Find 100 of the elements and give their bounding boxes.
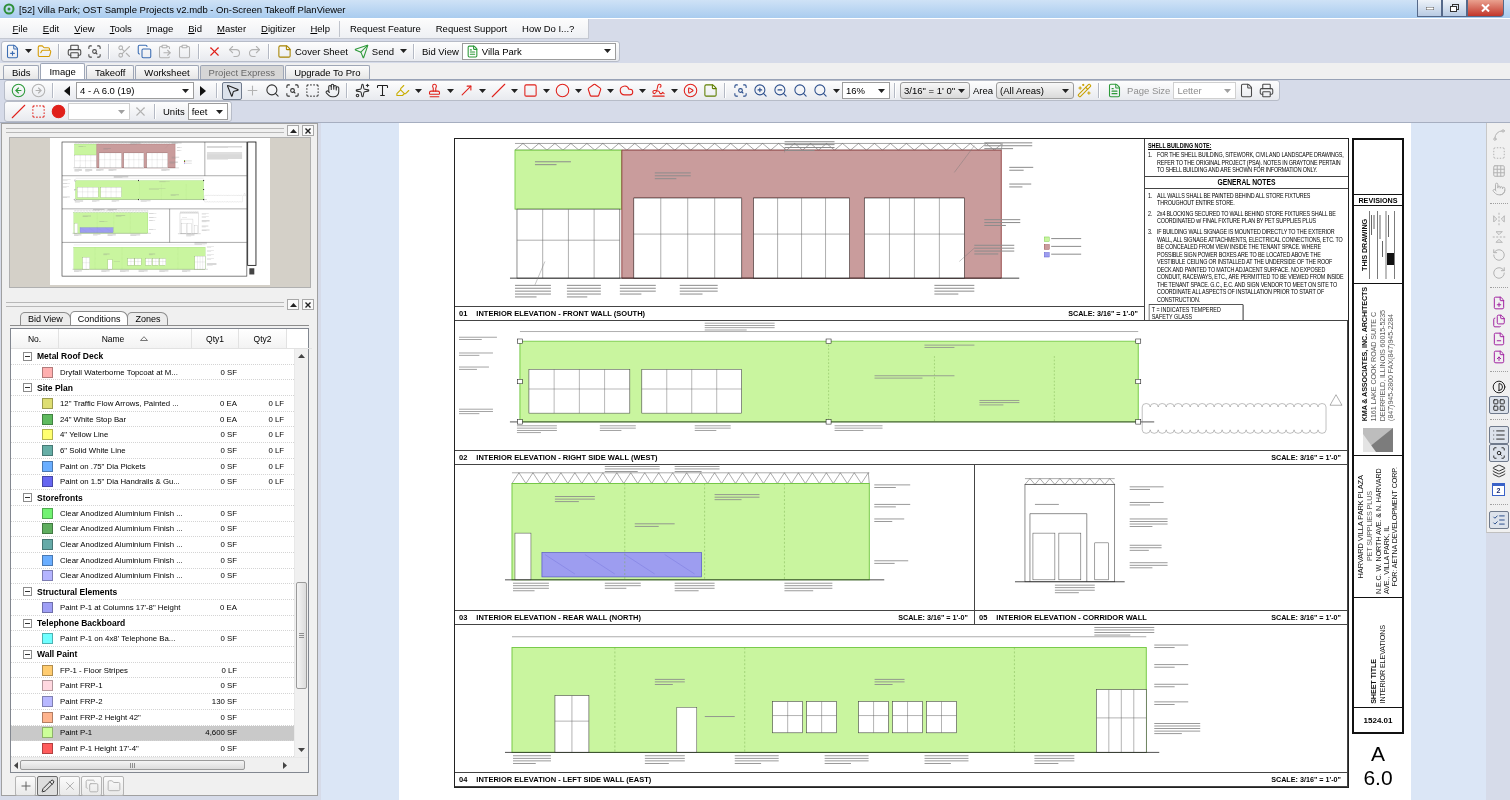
group-label: Telephone Backboard	[37, 618, 126, 629]
scrollbar-thumb[interactable]	[20, 760, 245, 770]
close-icon	[305, 301, 311, 308]
contrast-icon	[1491, 380, 1506, 394]
area-select[interactable]: (All Areas)	[996, 82, 1075, 99]
close-button[interactable]	[302, 125, 314, 136]
group-label: Metal Roof Deck	[37, 351, 104, 362]
logo-drawing	[1363, 428, 1393, 452]
magnifier-icon	[792, 83, 808, 98]
column-header[interactable]: Name	[59, 329, 192, 349]
caret-icon	[118, 109, 125, 114]
collapse-toggle-icon[interactable]	[23, 493, 32, 503]
scale-select[interactable]: 3/16" = 1' 0"	[900, 82, 970, 99]
column-header[interactable]: Qty1	[192, 329, 239, 349]
scrollbar-thumb[interactable]	[296, 582, 307, 689]
list-icon	[1491, 428, 1506, 442]
triangle-up-icon	[289, 128, 297, 133]
ring-icon	[3, 3, 15, 15]
zoom-out-icon	[772, 83, 788, 98]
select-button[interactable]	[222, 81, 242, 100]
folder-icon	[36, 43, 52, 59]
units-select[interactable]: feet	[187, 103, 228, 120]
list-button[interactable]	[1488, 426, 1509, 444]
caret-icon	[638, 88, 646, 93]
sticky-note-icon	[702, 83, 718, 98]
caret-icon	[446, 88, 454, 93]
edit-condition-button[interactable]	[37, 776, 58, 796]
zoom-select[interactable]: 16%	[842, 82, 890, 99]
menu-item[interactable]: Image	[139, 23, 181, 34]
panel-tab[interactable]: Bid View	[20, 312, 71, 325]
grip-lines-icon	[299, 633, 304, 638]
send-button[interactable]: Send	[350, 42, 397, 60]
tab[interactable]: Worksheet	[135, 65, 199, 79]
layout-grid-icon	[1491, 398, 1506, 412]
menu-item[interactable]: Tools	[102, 23, 140, 34]
collapse-toggle-icon[interactable]	[23, 351, 32, 361]
collapse-toggle-icon[interactable]	[23, 383, 32, 393]
collapse-button[interactable]	[287, 299, 299, 310]
page-up-icon	[1491, 350, 1506, 364]
tab[interactable]: Bids	[3, 65, 40, 79]
menu-item[interactable]: Edit	[35, 23, 67, 34]
tab[interactable]: Upgrade To Pro	[285, 65, 370, 79]
scroll-right-icon	[283, 761, 287, 769]
scan-magnifier-icon	[1491, 446, 1506, 460]
paste-icon	[156, 43, 172, 59]
cover-sheet-button[interactable]: Cover Sheet	[274, 42, 351, 60]
menu-link[interactable]: Request Support	[428, 23, 515, 34]
menu-item[interactable]: Master	[209, 23, 254, 34]
crosshair-icon	[244, 83, 260, 98]
sheet-thumbnail-drawing[interactable]	[50, 138, 270, 285]
revision-table-drawing	[1369, 210, 1396, 279]
redo-icon	[246, 43, 262, 59]
caret-icon	[878, 88, 885, 93]
close-button[interactable]	[302, 299, 314, 310]
printer-icon	[1258, 83, 1274, 98]
collapse-toggle-icon[interactable]	[23, 587, 32, 597]
column-header[interactable]: Qty2	[239, 329, 287, 349]
menu-link[interactable]: How Do I...?	[514, 23, 582, 34]
dot-icon	[50, 104, 66, 119]
page-select[interactable]: 4 - A 6.0 (19)	[76, 82, 194, 99]
menu-link[interactable]: Request Feature	[342, 23, 429, 34]
legend-button[interactable]	[1488, 511, 1509, 529]
clipboard-icon	[176, 43, 192, 59]
copy-icon	[84, 779, 99, 793]
vertical-scrollbar[interactable]	[294, 349, 308, 757]
menu-item[interactable]: Bid	[180, 23, 210, 34]
collapse-toggle-icon[interactable]	[23, 649, 32, 659]
menu-item[interactable]: Help	[302, 23, 338, 34]
menu-item[interactable]: Digitizer	[253, 23, 303, 34]
collapse-toggle-icon[interactable]	[23, 618, 32, 628]
collapse-button[interactable]	[287, 125, 299, 136]
panel-tab[interactable]: Conditions	[69, 311, 129, 325]
magnifier-icon	[264, 83, 280, 98]
scan-magnifier-icon	[86, 43, 102, 59]
menu-item[interactable]: File	[5, 23, 36, 34]
restore-button[interactable]	[1442, 0, 1467, 17]
page-plus-icon	[1491, 296, 1506, 310]
bid-view-select[interactable]: Villa Park	[461, 42, 616, 60]
tab[interactable]: Image	[40, 63, 85, 79]
column-header[interactable]: No.	[11, 329, 59, 349]
panel-tab[interactable]: Zones	[127, 312, 169, 325]
triangle-left-icon	[64, 85, 70, 96]
sparkle-icon	[354, 83, 370, 98]
layout-button[interactable]	[1488, 396, 1509, 414]
caret-icon	[399, 49, 407, 53]
panel-grip[interactable]	[6, 128, 284, 133]
scroll-up-icon	[298, 354, 305, 358]
cloud-icon	[618, 83, 634, 98]
group-label: Structural Elements	[37, 586, 118, 597]
panel-grip[interactable]	[6, 302, 284, 307]
menu-item[interactable]: View	[66, 23, 103, 34]
tab[interactable]: Takeoff	[85, 65, 135, 79]
close-icon	[1481, 4, 1490, 12]
curve-icon	[1491, 128, 1506, 142]
caret-icon	[958, 88, 966, 93]
horizontal-scrollbar[interactable]	[11, 757, 308, 772]
minimize-button[interactable]	[1417, 0, 1442, 17]
zoom-window-button[interactable]	[1488, 444, 1509, 462]
sticky-note-icon	[277, 43, 292, 59]
caret-icon	[670, 88, 678, 93]
